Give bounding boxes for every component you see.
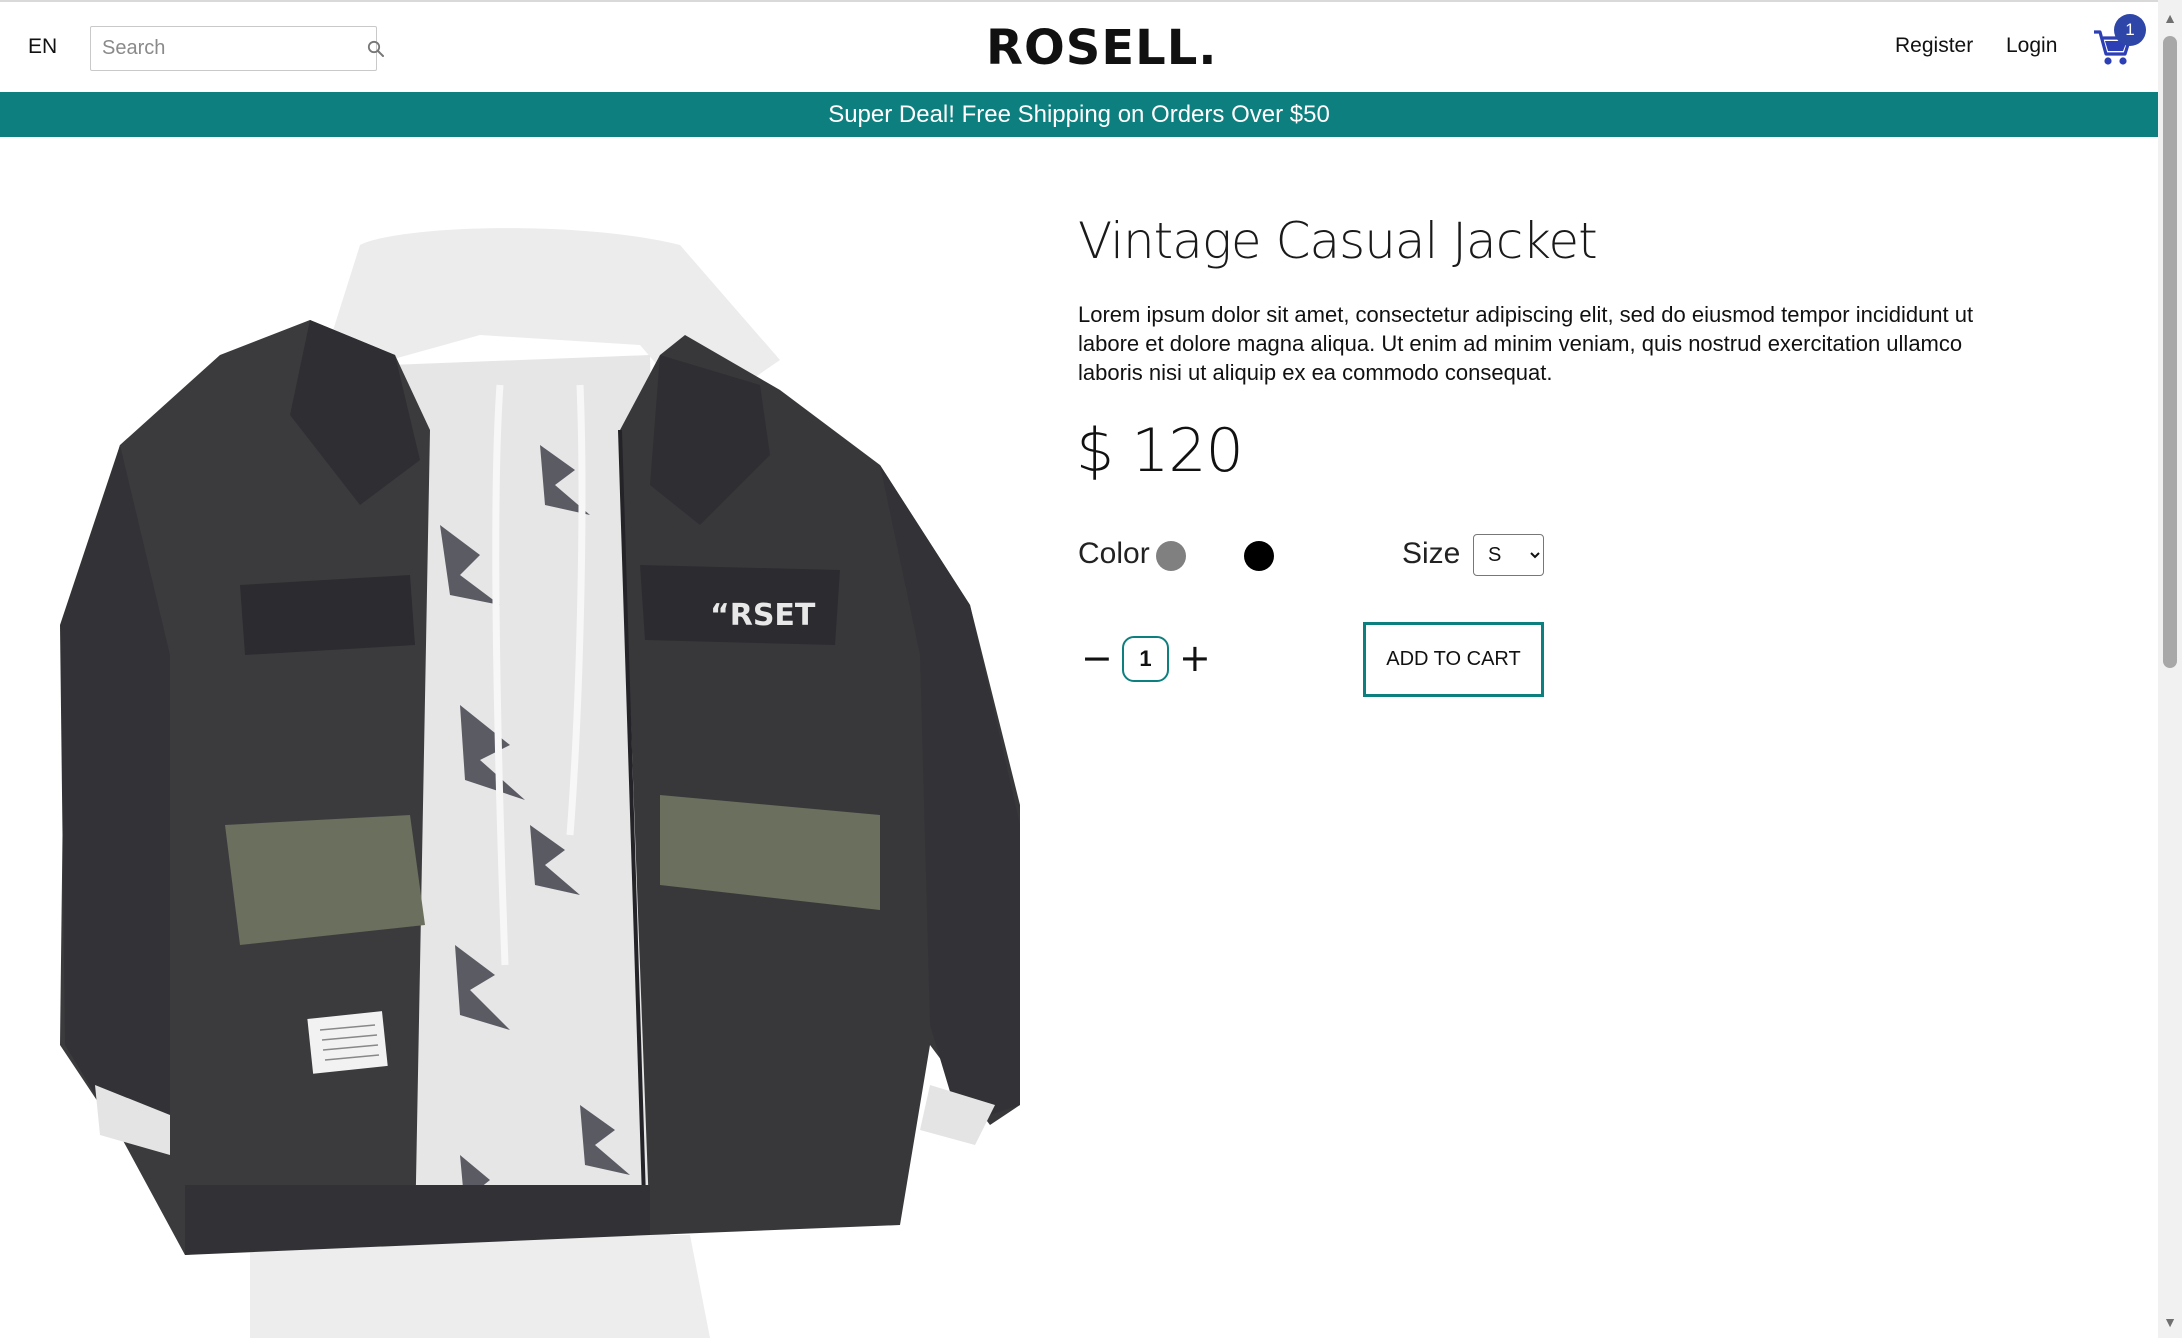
scroll-up-arrow[interactable]: ▲ <box>2158 6 2182 30</box>
register-link[interactable]: Register <box>1895 34 1973 58</box>
navbar: EN ROSELL. Register Login 1 <box>0 0 2158 92</box>
size-label: Size <box>1402 537 1461 570</box>
login-link[interactable]: Login <box>2006 34 2057 58</box>
scroll-down-arrow[interactable]: ▼ <box>2158 1310 2182 1334</box>
product-title: Vintage Casual Jacket <box>1078 212 1598 270</box>
search-input[interactable] <box>91 27 367 70</box>
search-icon[interactable] <box>367 27 385 70</box>
product-image: “RSET <box>60 225 1025 1338</box>
size-select[interactable]: S <box>1473 534 1544 576</box>
product-price: $ 120 <box>1076 416 1244 486</box>
brand-logo[interactable]: ROSELL. <box>986 20 1218 76</box>
quantity-value: 1 <box>1122 636 1169 682</box>
cart-count-badge: 1 <box>2114 14 2146 46</box>
product-description: Lorem ipsum dolor sit amet, consectetur … <box>1078 302 1974 385</box>
scroll-thumb[interactable] <box>2163 36 2177 668</box>
color-swatch-black[interactable] <box>1244 541 1274 571</box>
search-box <box>90 26 384 71</box>
add-to-cart-button[interactable]: ADD TO CART <box>1363 622 1544 697</box>
jacket-image: “RSET <box>60 228 1025 1338</box>
quantity-increase-button[interactable]: + <box>1179 639 1211 677</box>
color-swatch-gray[interactable] <box>1156 541 1186 571</box>
vertical-scrollbar[interactable]: ▲ ▼ <box>2158 0 2182 1338</box>
announcement-bar: Super Deal! Free Shipping on Orders Over… <box>0 92 2158 137</box>
svg-text:“RSET: “RSET <box>710 598 816 633</box>
color-label: Color <box>1078 537 1150 570</box>
quantity-decrease-button[interactable]: − <box>1081 639 1113 677</box>
language-selector[interactable]: EN <box>28 35 57 59</box>
